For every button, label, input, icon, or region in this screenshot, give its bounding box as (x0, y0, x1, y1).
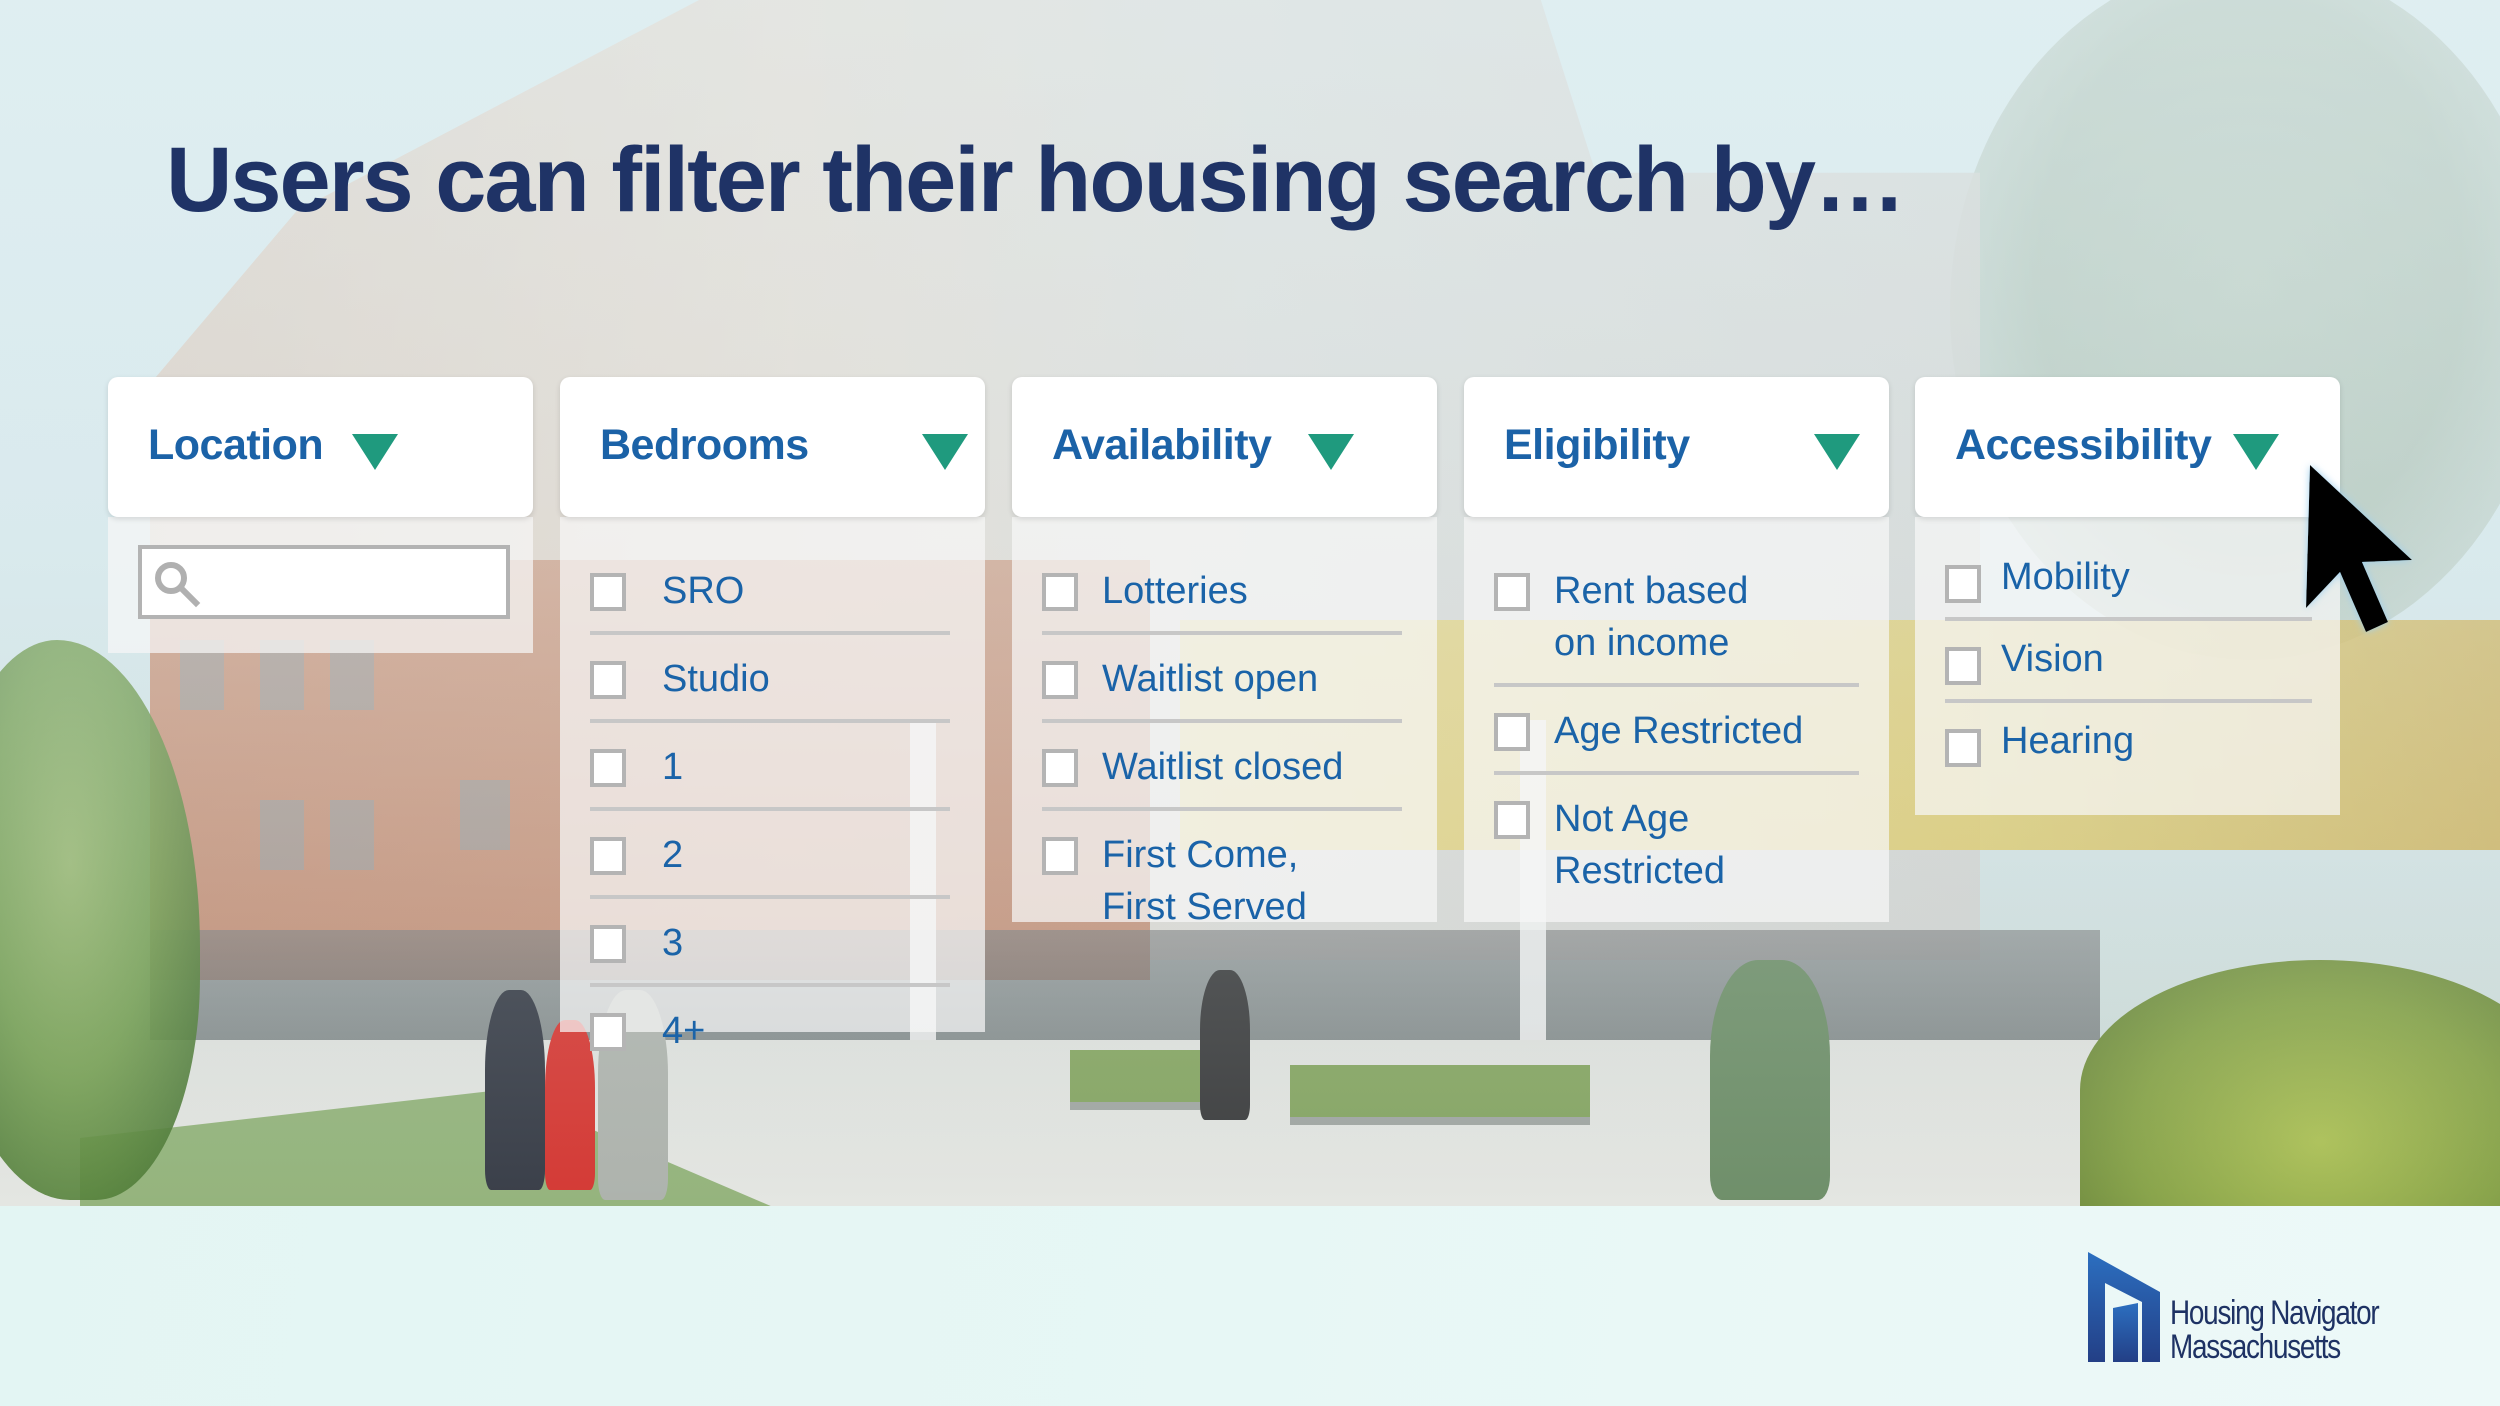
checkbox-option-vision[interactable]: Vision (1945, 617, 2312, 699)
filter-availability-title: Availability (1052, 421, 1272, 469)
caret-down-icon (2233, 434, 2279, 470)
checkbox[interactable] (1945, 729, 1981, 767)
checkbox-option-waitlist-closed[interactable]: Waitlist closed (1042, 719, 1402, 807)
option-label: 3 (662, 922, 684, 964)
filter-location-title: Location (148, 421, 324, 469)
checkbox[interactable] (1042, 573, 1078, 611)
filter-eligibility-panel: Rent based on income Age Restricted Not … (1464, 517, 1889, 922)
checkbox-option-waitlist-open[interactable]: Waitlist open (1042, 631, 1402, 719)
checkbox-option-3-bedrooms[interactable]: 3 (590, 895, 950, 983)
checkbox[interactable] (1494, 713, 1530, 751)
option-label: SRO (662, 570, 745, 612)
housing-navigator-logo-icon (2088, 1252, 2160, 1362)
location-search-input[interactable] (212, 557, 502, 607)
checkbox[interactable] (1042, 749, 1078, 787)
filter-accessibility: Accessibility Mobility Vision Hearing (1915, 377, 2340, 815)
option-label: Mobility (2001, 556, 2130, 598)
housing-navigator-logo[interactable]: Housing Navigator Massachusetts (2088, 1252, 2424, 1364)
logo-line-2: Massachusetts (2170, 1328, 2341, 1366)
filter-accessibility-panel: Mobility Vision Hearing (1915, 517, 2340, 815)
caret-down-icon (1308, 434, 1354, 470)
option-label: Lotteries (1102, 570, 1248, 612)
filter-eligibility: Eligibility Rent based on income Age Res… (1464, 377, 1889, 922)
filter-accessibility-title: Accessibility (1955, 421, 2212, 469)
checkbox[interactable] (1042, 661, 1078, 699)
checkbox-option-lotteries[interactable]: Lotteries (1042, 547, 1402, 631)
checkbox[interactable] (590, 837, 626, 875)
checkbox[interactable] (1042, 837, 1078, 875)
filter-eligibility-dropdown[interactable]: Eligibility (1464, 377, 1889, 517)
option-label: 2 (662, 834, 684, 876)
checkbox-option-2-bedrooms[interactable]: 2 (590, 807, 950, 895)
filter-location-dropdown[interactable]: Location (108, 377, 533, 517)
checkbox[interactable] (1494, 573, 1530, 611)
filter-eligibility-title: Eligibility (1504, 421, 1690, 469)
filter-bedrooms-title: Bedrooms (600, 421, 809, 469)
checkbox-option-rent-based-on-income[interactable]: Rent based on income (1494, 547, 1859, 683)
checkbox-option-sro[interactable]: SRO (590, 547, 950, 631)
checkbox[interactable] (1945, 647, 1981, 685)
search-icon (155, 562, 201, 608)
checkbox-option-age-restricted[interactable]: Age Restricted (1494, 683, 1859, 771)
filter-bedrooms: Bedrooms SRO Studio 1 2 3 4+ (560, 377, 985, 1052)
checkbox-option-4-plus-bedrooms[interactable]: 4+ (590, 983, 950, 1071)
checkbox[interactable] (590, 749, 626, 787)
option-label: 1 (662, 746, 684, 788)
checkbox-option-not-age-restricted[interactable]: Not Age Restricted (1494, 771, 1859, 911)
checkbox[interactable] (1494, 801, 1530, 839)
option-label: Studio (662, 658, 770, 700)
mouse-pointer-icon (2306, 465, 2412, 632)
option-label: 4+ (662, 1010, 706, 1052)
checkbox[interactable] (1945, 565, 1981, 603)
checkbox[interactable] (590, 1013, 626, 1051)
filter-availability-dropdown[interactable]: Availability (1012, 377, 1437, 517)
option-label: Rent based on income (1554, 570, 1749, 664)
caret-down-icon (1814, 434, 1860, 470)
option-label: Hearing (2001, 720, 2135, 762)
filter-availability: Availability Lotteries Waitlist open Wai… (1012, 377, 1437, 928)
checkbox-option-studio[interactable]: Studio (590, 631, 950, 719)
checkbox[interactable] (590, 661, 626, 699)
logo-line-1: Housing Navigator (2170, 1294, 2380, 1332)
filter-bedrooms-dropdown[interactable]: Bedrooms (560, 377, 985, 517)
location-search-field[interactable] (138, 545, 510, 619)
checkbox-option-first-come-first-served[interactable]: First Come, First Served (1042, 807, 1402, 947)
option-label: Not Age Restricted (1554, 798, 1726, 892)
option-label: Waitlist open (1102, 658, 1319, 700)
checkbox[interactable] (590, 573, 626, 611)
filter-accessibility-dropdown[interactable]: Accessibility (1915, 377, 2340, 517)
filter-location: Location (108, 377, 533, 653)
option-label: First Come, First Served (1102, 834, 1307, 928)
page-title: Users can filter their housing search by… (165, 129, 1906, 231)
option-label: Age Restricted (1554, 710, 1804, 752)
option-label: Waitlist closed (1102, 746, 1344, 788)
checkbox-option-1-bedroom[interactable]: 1 (590, 719, 950, 807)
option-label: Vision (2001, 638, 2104, 680)
checkbox-option-hearing[interactable]: Hearing (1945, 699, 2312, 781)
filter-availability-panel: Lotteries Waitlist open Waitlist closed … (1012, 517, 1437, 928)
checkbox-option-mobility[interactable]: Mobility (1945, 539, 2312, 617)
caret-down-icon (352, 434, 398, 470)
logo-wordmark: Housing Navigator Massachusetts (2170, 1294, 2380, 1366)
caret-down-icon (922, 434, 968, 470)
filter-location-panel (108, 517, 533, 653)
checkbox[interactable] (590, 925, 626, 963)
filter-bedrooms-panel: SRO Studio 1 2 3 4+ (560, 517, 985, 1052)
